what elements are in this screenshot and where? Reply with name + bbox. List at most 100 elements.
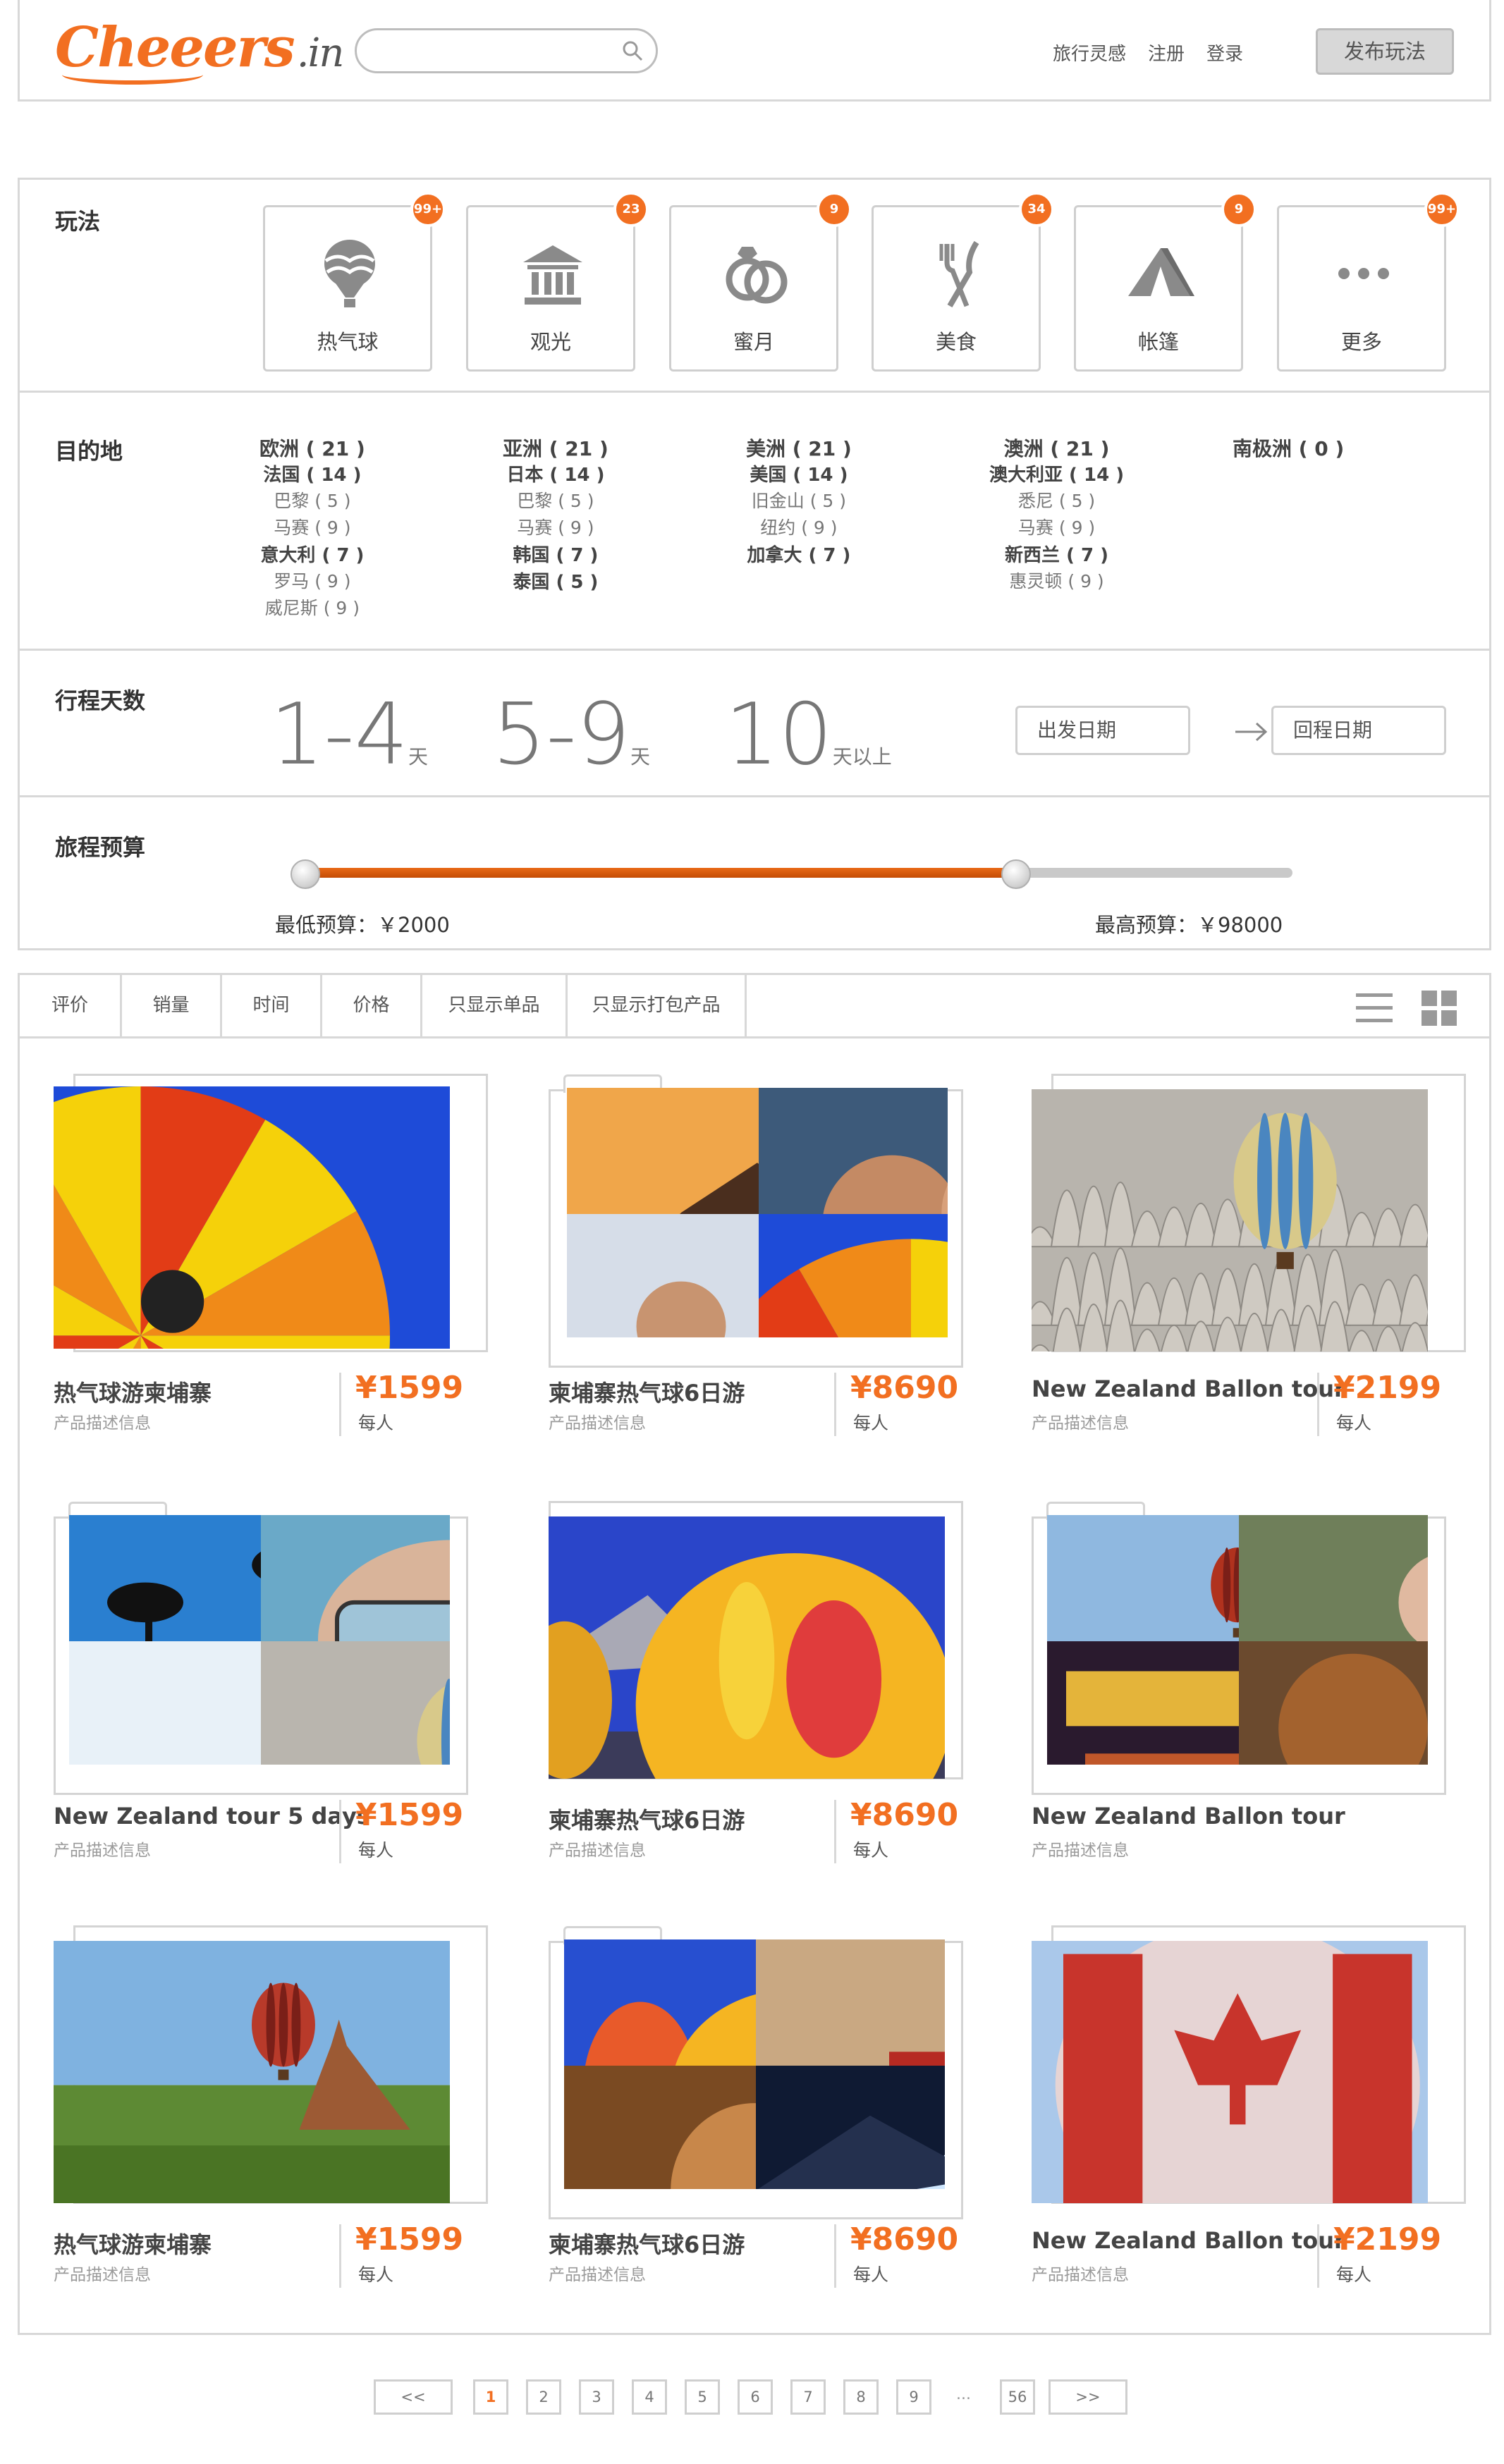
page-button-7[interactable]: 7 — [790, 2379, 826, 2415]
search-box[interactable] — [355, 28, 658, 73]
product-title[interactable]: 柬埔寨热气球6日游 — [549, 1803, 745, 1835]
page-button-6[interactable]: 6 — [738, 2379, 773, 2415]
site-header: Cheeers.in 旅行灵感 注册 登录 发布玩法 — [18, 0, 1491, 102]
product-card[interactable]: New Zealand tour 5 days 产品描述信息 ¥1599 每人 — [54, 1501, 492, 1868]
product-card[interactable]: 柬埔寨热气球6日游 产品描述信息 ¥8690 每人 — [549, 1925, 987, 2292]
city-link[interactable]: 罗马 ( 9 ) — [259, 568, 365, 594]
grid-view-icon[interactable] — [1422, 991, 1457, 1026]
product-image[interactable] — [69, 1515, 450, 1765]
product-image[interactable] — [549, 1516, 945, 1779]
continent-link[interactable]: 欧洲 ( 21 ) — [259, 434, 365, 460]
city-link[interactable]: 纽约 ( 9 ) — [746, 514, 852, 541]
country-link[interactable]: 韩国 ( 7 ) — [503, 541, 609, 568]
product-image[interactable] — [1047, 1515, 1428, 1765]
page-prev-button[interactable]: << — [374, 2379, 453, 2415]
sort-tab-rating[interactable]: 评价 — [20, 975, 122, 1036]
nav-register[interactable]: 注册 — [1148, 39, 1185, 66]
play-type-card-3[interactable]: 蜜月 9 — [669, 192, 852, 372]
budget-slider-track[interactable] — [305, 868, 1292, 878]
country-link[interactable]: 美国 ( 14 ) — [746, 460, 852, 487]
continent-link[interactable]: 美洲 ( 21 ) — [746, 434, 852, 460]
city-link[interactable]: 巴黎 ( 5 ) — [259, 487, 365, 514]
product-description: 产品描述信息 — [54, 2266, 151, 2284]
play-type-card-4[interactable]: 美食 34 — [872, 192, 1054, 372]
product-image[interactable] — [1032, 1941, 1428, 2203]
depart-date-field[interactable]: 出发日期 — [1015, 706, 1190, 755]
page-button-9[interactable]: 9 — [896, 2379, 931, 2415]
price-unit: 每人 — [1336, 2264, 1372, 2285]
product-title[interactable]: 柬埔寨热气球6日游 — [549, 2227, 745, 2260]
return-date-field[interactable]: 回程日期 — [1271, 706, 1446, 755]
product-image[interactable] — [54, 1086, 450, 1349]
country-link[interactable]: 法国 ( 14 ) — [259, 460, 365, 487]
page-button-2[interactable]: 2 — [526, 2379, 561, 2415]
continent-link[interactable]: 南极洲 ( 0 ) — [1233, 434, 1344, 460]
sort-tab-package-only[interactable]: 只显示打包产品 — [568, 975, 747, 1036]
product-image[interactable] — [1032, 1089, 1428, 1351]
trip-days-label: 行程天数 — [55, 687, 146, 714]
continent-link[interactable]: 亚洲 ( 21 ) — [503, 434, 609, 460]
play-type-card-6[interactable]: 更多 99+ — [1277, 192, 1460, 372]
country-link[interactable]: 加拿大 ( 7 ) — [746, 541, 852, 568]
country-link[interactable]: 意大利 ( 7 ) — [259, 541, 365, 568]
nav-login[interactable]: 登录 — [1206, 39, 1243, 66]
days-option-5-9[interactable]: 5-9天 — [492, 686, 650, 784]
search-input[interactable] — [374, 37, 606, 64]
sort-tab-single-only[interactable]: 只显示单品 — [422, 975, 568, 1036]
days-option-10-plus[interactable]: 10天以上 — [725, 686, 892, 784]
page-button-last[interactable]: 56 — [1000, 2379, 1035, 2415]
product-card[interactable]: 柬埔寨热气球6日游 产品描述信息 ¥8690 每人 — [549, 1501, 987, 1868]
product-image[interactable] — [54, 1941, 450, 2203]
destination-column: 南极洲 ( 0 ) — [1233, 434, 1344, 460]
product-card[interactable]: 柬埔寨热气球6日游 产品描述信息 ¥8690 每人 — [549, 1074, 987, 1440]
page-button-8[interactable]: 8 — [843, 2379, 879, 2415]
product-title[interactable]: 热气球游柬埔寨 — [54, 2227, 212, 2260]
page-ellipsis: ... — [956, 2386, 971, 2403]
continent-link[interactable]: 澳洲 ( 21 ) — [989, 434, 1124, 460]
nav-travel-ideas[interactable]: 旅行灵感 — [1053, 39, 1126, 66]
product-card[interactable]: New Zealand Ballon tour 产品描述信息 ¥2199 每人 — [1032, 1925, 1470, 2292]
product-card[interactable]: New Zealand Ballon tour 产品描述信息 ¥2199 每人 — [1032, 1074, 1470, 1440]
list-view-icon[interactable] — [1356, 991, 1393, 1026]
product-title[interactable]: New Zealand Ballon tour — [1032, 1375, 1345, 1402]
sort-tab-sales[interactable]: 销量 — [122, 975, 222, 1036]
product-card[interactable]: 热气球游柬埔寨 产品描述信息 ¥1599 每人 — [54, 1074, 492, 1440]
play-type-card-2[interactable]: 观光 23 — [466, 192, 649, 372]
city-link[interactable]: 马赛 ( 9 ) — [259, 514, 365, 541]
budget-max-handle[interactable] — [1001, 859, 1031, 889]
country-link[interactable]: 澳大利亚 ( 14 ) — [989, 460, 1124, 487]
sort-tab-time[interactable]: 时间 — [222, 975, 322, 1036]
product-title[interactable]: 柬埔寨热气球6日游 — [549, 1375, 745, 1408]
budget-min-handle[interactable] — [291, 859, 320, 889]
country-link[interactable]: 泰国 ( 5 ) — [503, 568, 609, 594]
city-link[interactable]: 威尼斯 ( 9 ) — [259, 594, 365, 621]
page-button-3[interactable]: 3 — [579, 2379, 614, 2415]
product-image[interactable] — [567, 1088, 948, 1337]
product-image[interactable] — [564, 1939, 945, 2189]
product-card[interactable]: 热气球游柬埔寨 产品描述信息 ¥1599 每人 — [54, 1925, 492, 2292]
page-button-1[interactable]: 1 — [473, 2379, 508, 2415]
filter-panel: 玩法 热气球 99+ 观光 23 蜜月 9 美食 34 帐篷 9 更多 99+ 目的地 欧洲 ( 21… — [18, 178, 1491, 950]
city-link[interactable]: 马赛 ( 9 ) — [989, 514, 1124, 541]
product-title[interactable]: New Zealand Ballon tour — [1032, 2227, 1345, 2254]
country-link[interactable]: 新西兰 ( 7 ) — [989, 541, 1124, 568]
product-title[interactable]: 热气球游柬埔寨 — [54, 1375, 212, 1408]
play-type-card-5[interactable]: 帐篷 9 — [1074, 192, 1257, 372]
product-title[interactable]: New Zealand tour 5 days — [54, 1803, 370, 1829]
page-button-5[interactable]: 5 — [685, 2379, 720, 2415]
sort-tab-price[interactable]: 价格 — [322, 975, 422, 1036]
product-title[interactable]: New Zealand Ballon tour — [1032, 1803, 1345, 1829]
city-link[interactable]: 旧金山 ( 5 ) — [746, 487, 852, 514]
page-button-4[interactable]: 4 — [632, 2379, 667, 2415]
country-link[interactable]: 日本 ( 14 ) — [503, 460, 609, 487]
days-option-1-4[interactable]: 1-4天 — [270, 686, 428, 784]
city-link[interactable]: 悉尼 ( 5 ) — [989, 487, 1124, 514]
play-type-card-1[interactable]: 热气球 99+ — [263, 192, 446, 372]
page-next-button[interactable]: >> — [1048, 2379, 1127, 2415]
city-link[interactable]: 巴黎 ( 5 ) — [503, 487, 609, 514]
city-link[interactable]: 马赛 ( 9 ) — [503, 514, 609, 541]
city-link[interactable]: 惠灵顿 ( 9 ) — [989, 568, 1124, 594]
publish-button[interactable]: 发布玩法 — [1316, 28, 1454, 75]
product-card[interactable]: New Zealand Ballon tour 产品描述信息 — [1032, 1501, 1470, 1868]
search-icon[interactable] — [622, 40, 643, 61]
